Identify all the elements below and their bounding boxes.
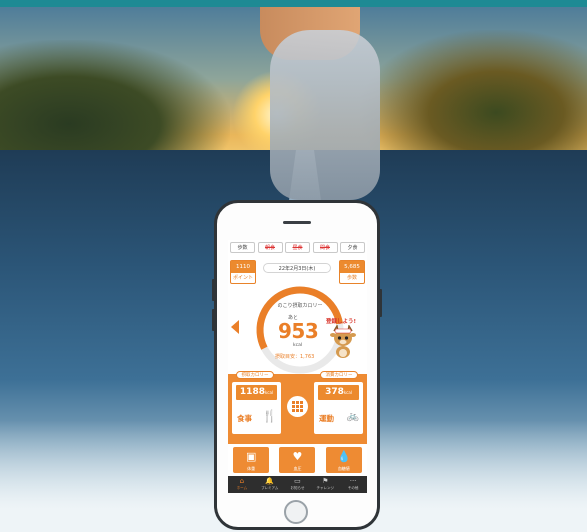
smartphone-mockup: 歩数 朝食 昼食 間食 夕食 1110 ポイント 22年2月3日(木) 5,68… [212,200,382,530]
heart-pulse-icon: ♥ [292,450,303,463]
meal-card[interactable]: 1188kcal 食事 🍴 [232,382,281,434]
mascot-speech: 登録しよう! [326,319,357,325]
tab-snack[interactable]: 間食 [312,242,338,253]
previous-day-arrow[interactable] [231,320,239,334]
tab-breakfast[interactable]: 朝食 [257,242,283,253]
meal-tabs: 歩数 朝食 昼食 間食 夕食 [230,242,365,254]
header-bar [0,0,587,7]
steps-value: 5,685 [340,261,364,273]
bell-icon: 🔔 [265,477,275,485]
intake-calories: 1188kcal [236,385,277,400]
exercise-card[interactable]: 378kcal 運動 🚲 [314,382,363,434]
bicycle-icon: 🚲 [346,411,359,422]
tab-dinner[interactable]: 夕食 [340,242,365,253]
tile-label: 血糖値 [337,466,350,471]
tile-weight[interactable]: ▣ 体重 [233,447,270,473]
meal-label: 食事 [237,414,252,423]
tile-blood-pressure[interactable]: ♥ 血圧 [279,447,316,473]
nav-challenge[interactable]: ⚑ チャレンジ [311,476,339,493]
nav-home[interactable]: ⌂ ホーム [228,476,256,493]
drop-icon: 💧 [336,450,351,463]
exercise-label: 運動 [319,414,334,423]
scale-icon: ▣ [245,450,257,463]
tab-lunch[interactable]: 昼食 [285,242,310,253]
intake-goal: 摂取目安：1,763 [275,354,315,360]
grid-icon [292,401,303,412]
gauge-unit: kcal [293,343,303,348]
phone-side-button [212,279,215,301]
tile-label: 体重 [247,466,256,471]
burned-pill: 消費カロリー [320,371,358,379]
remaining-calories: 953 [278,319,319,343]
intake-pill: 摂取カロリー [236,371,274,379]
bottom-navbar: ⌂ ホーム 🔔 プレミアム ▭ お知らせ ⚑ チャレンジ ··· その他 [228,476,367,493]
burned-calories: 378kcal [318,385,359,400]
deer-mascot-icon[interactable] [328,325,358,359]
more-icon: ··· [349,477,357,485]
tab-steps[interactable]: 歩数 [230,242,255,253]
nav-more[interactable]: ··· その他 [339,476,367,493]
message-icon: ▭ [294,477,301,485]
phone-speaker [283,221,311,224]
date-display[interactable]: 22年2月3日(木) [263,263,331,273]
phone-home-button[interactable] [284,500,308,524]
tile-blood-sugar[interactable]: 💧 血糖値 [325,447,362,473]
tile-label: 血圧 [293,466,302,471]
running-shoe [270,30,380,200]
points-value: 1110 [231,261,255,273]
phone-power-button [379,289,382,317]
nav-premium[interactable]: 🔔 プレミアム [256,476,284,493]
menu-grid-button[interactable] [287,396,308,417]
app-screen: 歩数 朝食 昼食 間食 夕食 1110 ポイント 22年2月3日(木) 5,68… [228,240,367,493]
home-icon: ⌂ [239,477,245,485]
phone-side-button [212,309,215,331]
fork-knife-icon: 🍴 [262,409,277,423]
gauge-title: のこり摂取カロリー [277,303,323,309]
health-tiles: ▣ 体重 ♥ 血圧 💧 血糖値 [228,444,367,476]
nav-news[interactable]: ▭ お知らせ [284,476,312,493]
flag-icon: ⚑ [322,477,329,485]
